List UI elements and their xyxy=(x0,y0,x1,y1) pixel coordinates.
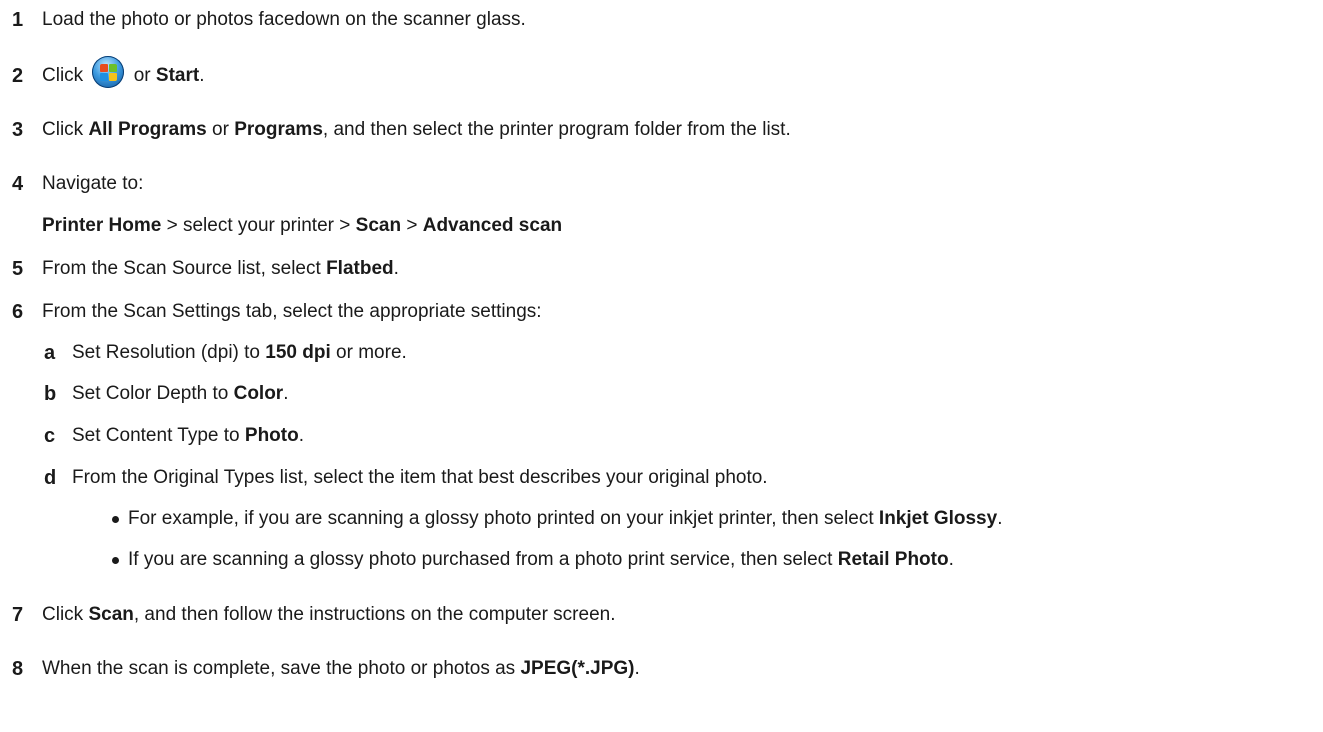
step-text-post: . xyxy=(634,658,640,679)
step-text-post: , and then follow the instructions on th… xyxy=(133,604,616,625)
substep-letter: a xyxy=(44,342,56,364)
resolution-value: 150 dpi xyxy=(265,342,331,363)
step-number: 2 xyxy=(12,65,24,87)
step-text-post: . xyxy=(393,258,399,279)
color-depth-value: Color xyxy=(233,383,284,404)
jpeg-format-label: JPEG(*.JPG) xyxy=(520,658,635,679)
bullet-dot-icon xyxy=(112,557,119,564)
step-text-mid: or xyxy=(212,119,229,140)
step-text: From the Scan Source list, select Flatbe… xyxy=(42,256,399,282)
step-number: 5 xyxy=(12,258,24,280)
bullet-text: For example, if you are scanning a gloss… xyxy=(128,506,1002,532)
content-type-value: Photo xyxy=(244,425,299,446)
bullet-text: If you are scanning a glossy photo purch… xyxy=(128,547,954,573)
bullet-text-pre: For example, if you are scanning a gloss… xyxy=(128,508,874,529)
substep-text: Set Color Depth to Color. xyxy=(72,381,288,407)
bullet-dot-icon xyxy=(112,516,119,523)
step-number: 8 xyxy=(12,658,24,680)
step-text-pre: Click xyxy=(42,119,84,140)
substep-text: Set Content Type to Photo. xyxy=(72,423,304,449)
substep-text-pre: Set Resolution (dpi) to xyxy=(72,342,260,363)
step-text-post: . xyxy=(199,65,205,86)
step-number: 3 xyxy=(12,119,24,141)
step-text-post: , and then select the printer program fo… xyxy=(322,119,791,140)
substep-letter: b xyxy=(44,383,57,405)
step-text: Navigate to: xyxy=(42,173,144,194)
step-number: 4 xyxy=(12,173,24,195)
path-text: Printer Home > select your printer > Sca… xyxy=(42,213,562,239)
step-text-pre: Click xyxy=(42,604,84,625)
substep-text-pre: Set Content Type to xyxy=(72,425,240,446)
step-text: Click All Programs or Programs, and then… xyxy=(42,117,791,143)
flatbed-label: Flatbed xyxy=(326,258,394,279)
windows-start-orb-icon xyxy=(92,55,125,88)
path-sep-1: > select your printer > xyxy=(161,215,356,236)
programs-label: Programs xyxy=(234,119,323,140)
substep-text: Set Resolution (dpi) to 150 dpi or more. xyxy=(72,340,407,366)
inkjet-glossy-label: Inkjet Glossy xyxy=(878,508,998,529)
bullet-text-post: . xyxy=(948,549,954,570)
path-printer-home: Printer Home xyxy=(42,215,162,236)
step-text-mid: or xyxy=(133,65,151,86)
step-text: Load the photo or photos facedown on the… xyxy=(42,9,526,30)
step-number: 7 xyxy=(12,604,24,626)
substep-text: From the Original Types list, select the… xyxy=(72,467,768,488)
bullet-text-post: . xyxy=(997,508,1003,529)
path-sep-2: > xyxy=(401,215,423,236)
step-text: Click Scan, and then follow the instruct… xyxy=(42,602,615,628)
step-text-pre: From the Scan Source list, select xyxy=(42,258,321,279)
path-advanced-scan: Advanced scan xyxy=(422,215,563,236)
step-text-pre: When the scan is complete, save the phot… xyxy=(42,658,516,679)
substep-text-pre: Set Color Depth to xyxy=(72,383,229,404)
step-text: From the Scan Settings tab, select the a… xyxy=(42,301,542,322)
substep-text-post: . xyxy=(298,425,304,446)
step-text-pre: Click xyxy=(42,65,84,86)
step-text: When the scan is complete, save the phot… xyxy=(42,656,640,682)
substep-letter: d xyxy=(44,467,57,489)
path-scan: Scan xyxy=(355,215,402,236)
scan-label: Scan xyxy=(88,604,134,625)
substep-text-post: or more. xyxy=(336,342,407,363)
substep-letter: c xyxy=(44,425,56,447)
start-label: Start xyxy=(155,65,200,86)
step-number: 1 xyxy=(12,9,24,31)
bullet-text-pre: If you are scanning a glossy photo purch… xyxy=(128,549,833,570)
retail-photo-label: Retail Photo xyxy=(837,549,949,570)
substep-text-post: . xyxy=(283,383,289,404)
step-text: Click or Start. xyxy=(42,55,205,89)
all-programs-label: All Programs xyxy=(88,119,207,140)
step-number: 6 xyxy=(12,301,24,323)
